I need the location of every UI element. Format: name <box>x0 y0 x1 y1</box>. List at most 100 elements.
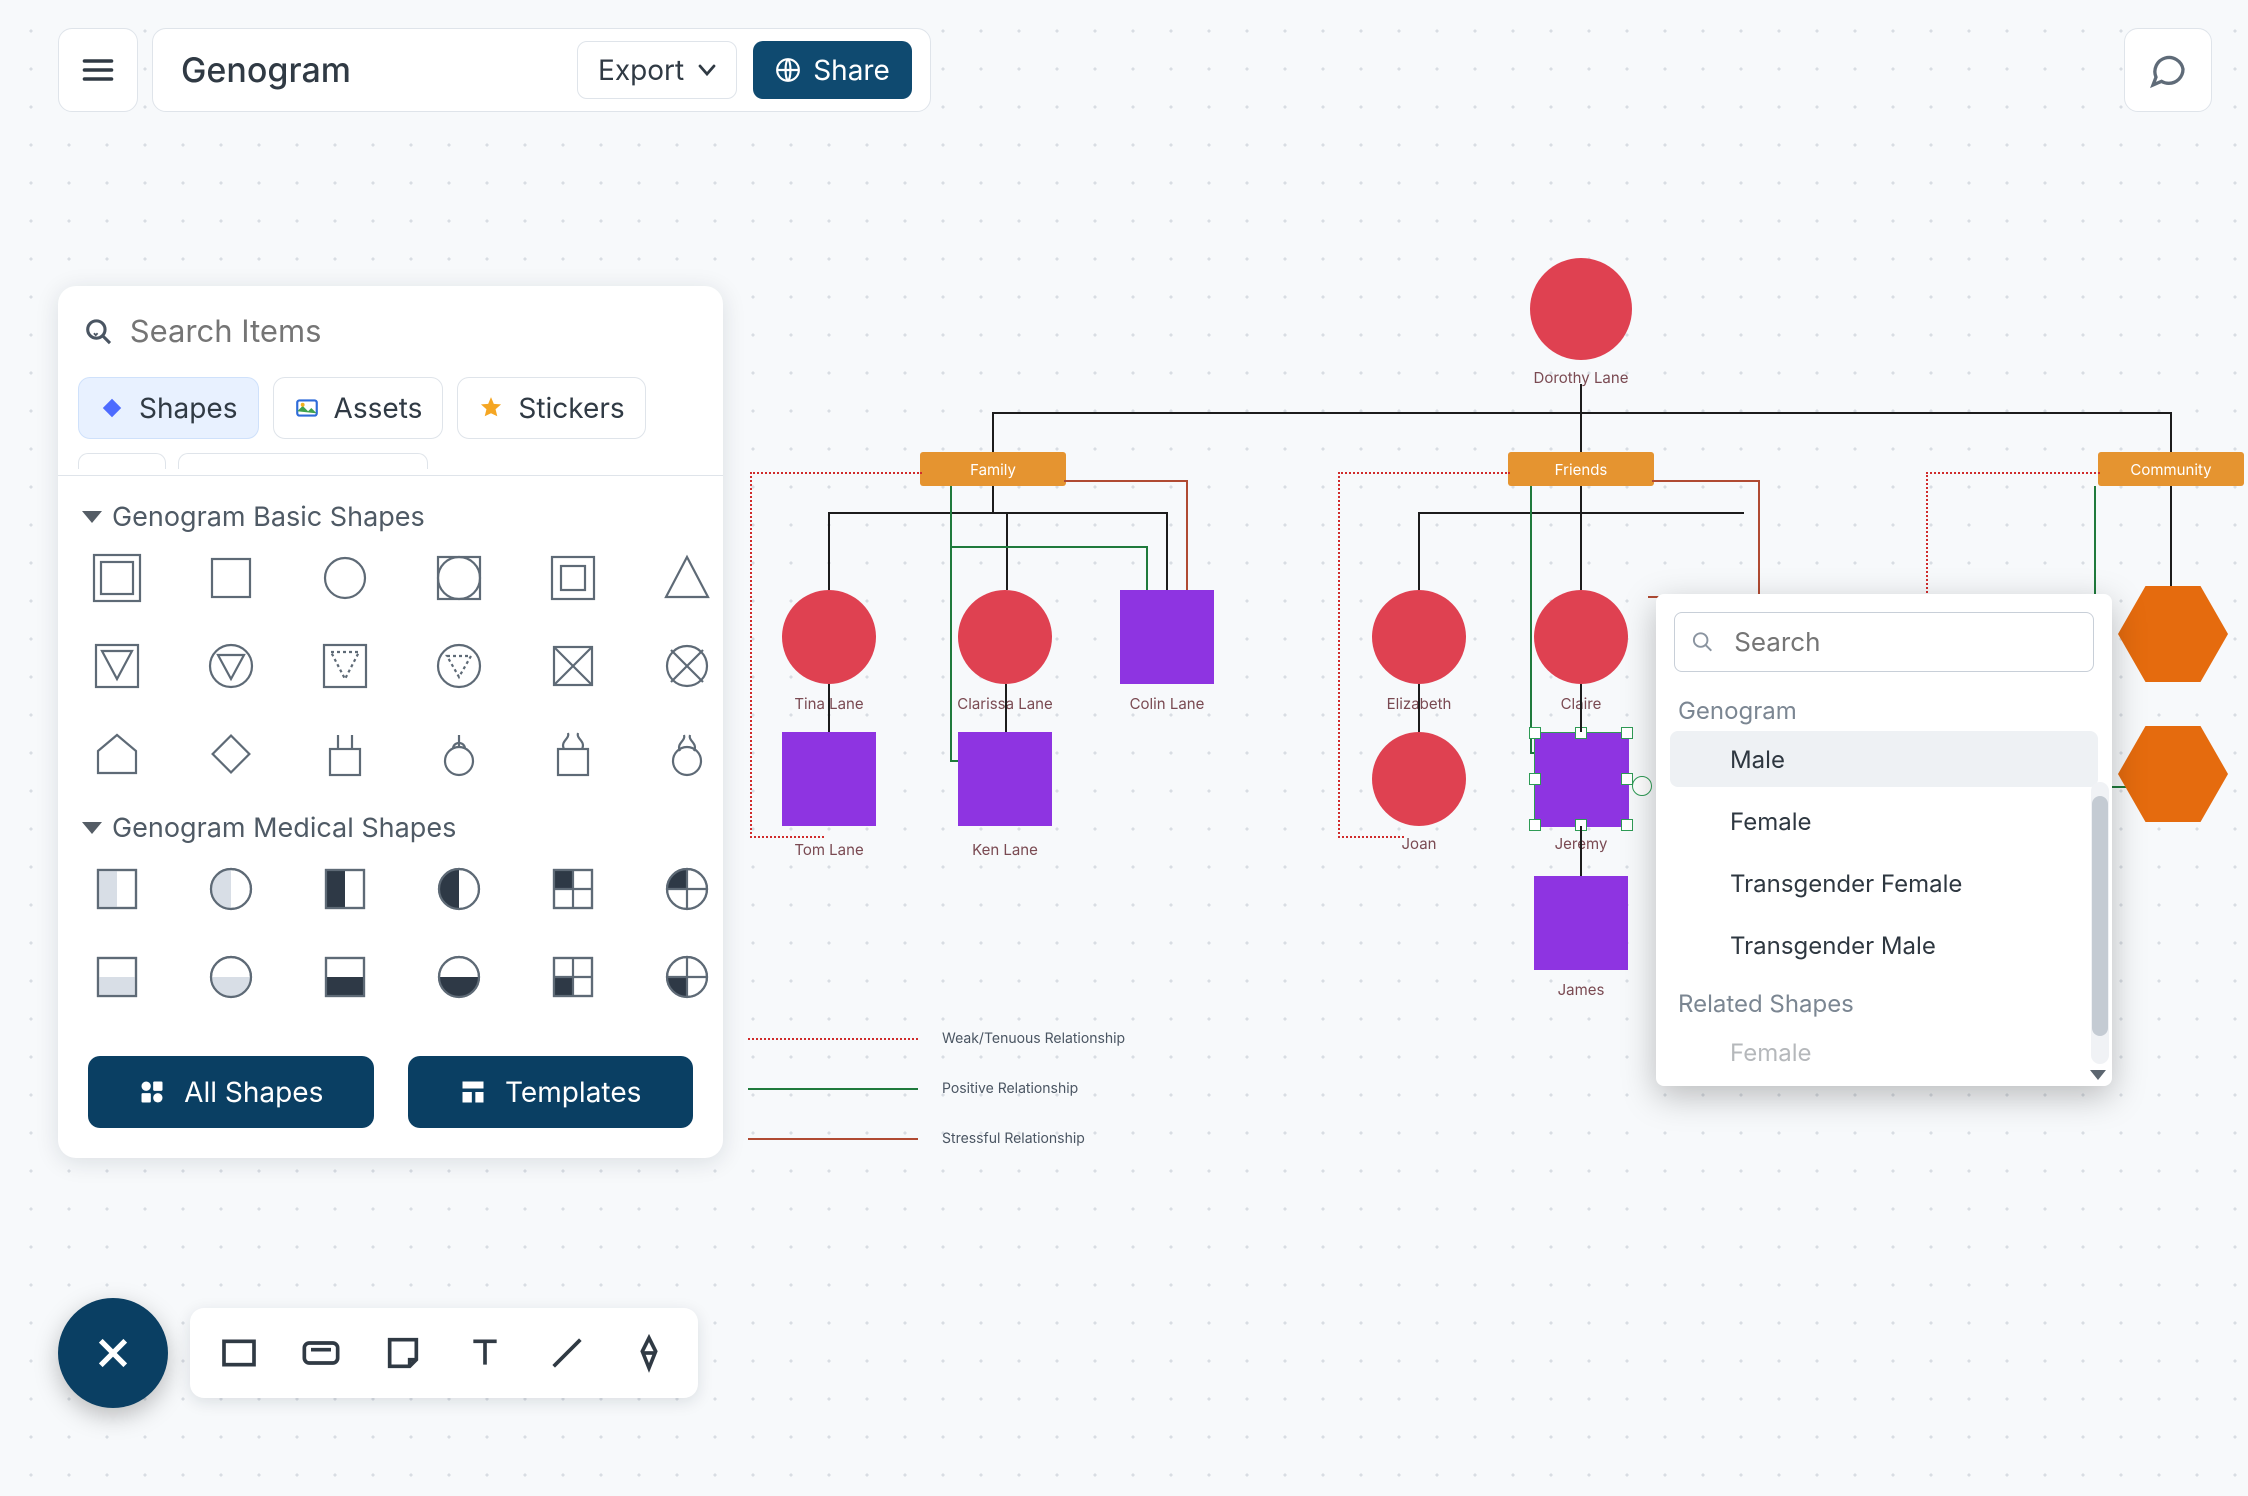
popup-search-input[interactable] <box>1732 626 2077 659</box>
popup-item-peek[interactable]: Female <box>1670 1024 2098 1080</box>
node-dorothy[interactable] <box>1530 258 1632 360</box>
node-tina[interactable] <box>782 590 876 684</box>
templates-label: Templates <box>505 1075 641 1109</box>
tab-shapes[interactable]: Shapes <box>78 377 259 439</box>
shape-half-h-circle-light[interactable] <box>202 948 260 1006</box>
popup-search[interactable] <box>1674 612 2094 672</box>
tool-rectangle[interactable] <box>216 1330 262 1376</box>
connector-handle-icon[interactable] <box>1632 776 1652 796</box>
shape-inv-triangle-square[interactable] <box>88 637 146 695</box>
label-colin: Colin Lane <box>1130 694 1205 713</box>
shape-half-v-circle-light[interactable] <box>202 860 260 918</box>
shape-inv-triangle-circle[interactable] <box>202 637 260 695</box>
shape-half-h-circle-dark[interactable] <box>430 948 488 1006</box>
connector-weak <box>750 472 922 474</box>
shape-quarter-circle[interactable] <box>658 860 716 918</box>
selection-box[interactable] <box>1534 732 1628 826</box>
shape-house[interactable] <box>88 725 146 783</box>
shape-dotted-triangle-circle[interactable] <box>430 637 488 695</box>
connector <box>1580 684 1582 732</box>
popup-item-male[interactable]: Male <box>1670 731 2098 787</box>
connector-pos <box>1146 546 1148 592</box>
shape-circle-lines[interactable] <box>430 725 488 783</box>
tool-line[interactable] <box>544 1330 590 1376</box>
popup-group-related: Related Shapes <box>1656 979 2112 1018</box>
popup-item-trans-male[interactable]: Transgender Male <box>1670 917 2098 973</box>
comments-button[interactable] <box>2124 28 2212 112</box>
shape-quarter-square[interactable] <box>544 860 602 918</box>
shape-circle-in-square[interactable] <box>430 549 488 607</box>
connector <box>992 486 994 514</box>
close-panel-fab[interactable] <box>58 1298 168 1408</box>
connector-weak <box>1338 472 1340 838</box>
shape-half-h-square-light[interactable] <box>88 948 146 1006</box>
tool-pen[interactable] <box>626 1330 672 1376</box>
shape-square-curls[interactable] <box>544 725 602 783</box>
popup-item-female[interactable]: Female <box>1670 793 2098 849</box>
all-shapes-button[interactable]: All Shapes <box>88 1056 374 1128</box>
shape-circle-curls[interactable] <box>658 725 716 783</box>
group-family[interactable]: Family <box>920 452 1066 486</box>
shape-square[interactable] <box>202 549 260 607</box>
connector <box>1580 486 1582 514</box>
share-button[interactable]: Share <box>753 41 912 99</box>
shape-half-v-circle-dark[interactable] <box>430 860 488 918</box>
scrollbar-thumb[interactable] <box>2092 796 2108 1036</box>
templates-button[interactable]: Templates <box>408 1056 694 1128</box>
popup-item-trans-female[interactable]: Transgender Female <box>1670 855 2098 911</box>
connector <box>1418 684 1420 732</box>
connector-pos <box>950 546 952 762</box>
shape-diamond[interactable] <box>202 725 260 783</box>
node-claire[interactable] <box>1534 590 1628 684</box>
node-tom[interactable] <box>782 732 876 826</box>
connector <box>1418 512 1420 590</box>
section-medical-header[interactable]: Genogram Medical Shapes <box>58 801 723 854</box>
tab-stickers-label: Stickers <box>518 391 624 425</box>
quick-toolbar <box>190 1308 698 1398</box>
node-elizabeth[interactable] <box>1372 590 1466 684</box>
node-james[interactable] <box>1534 876 1628 970</box>
node-ken[interactable] <box>958 732 1052 826</box>
panel-search-input[interactable] <box>128 312 697 351</box>
node-clarissa[interactable] <box>958 590 1052 684</box>
tool-sticky[interactable] <box>380 1330 426 1376</box>
shape-quarter-square-bottom[interactable] <box>544 948 602 1006</box>
node-joan[interactable] <box>1372 732 1466 826</box>
node-jeremy[interactable] <box>1535 733 1629 827</box>
document-title[interactable]: Genogram <box>181 50 561 91</box>
shape-x-circle[interactable] <box>658 637 716 695</box>
title-bar: Genogram Export Share <box>152 28 931 112</box>
shape-circle[interactable] <box>316 549 374 607</box>
search-icon <box>1691 629 1714 655</box>
shape-half-v-square-dark[interactable] <box>316 860 374 918</box>
node-colin[interactable] <box>1120 590 1214 684</box>
tab-assets[interactable]: Assets <box>273 377 444 439</box>
shape-x-square[interactable] <box>544 637 602 695</box>
tab-stickers[interactable]: Stickers <box>457 377 645 439</box>
scroll-caret-icon[interactable] <box>2090 1070 2106 1080</box>
label-joan: Joan <box>1402 834 1437 853</box>
shape-dotted-triangle-square[interactable] <box>316 637 374 695</box>
shape-double-square[interactable] <box>88 549 146 607</box>
shape-quarter-circle-bottom[interactable] <box>658 948 716 1006</box>
tool-text[interactable] <box>462 1330 508 1376</box>
legend-stressful: Stressful Relationship <box>748 1130 1085 1147</box>
shape-triangle[interactable] <box>658 549 716 607</box>
connector-pos <box>950 546 1146 548</box>
caret-down-icon <box>82 511 102 523</box>
shape-square-lines[interactable] <box>316 725 374 783</box>
templates-icon <box>459 1078 487 1106</box>
export-button[interactable]: Export <box>577 41 737 99</box>
panel-search[interactable] <box>58 286 723 373</box>
section-basic-header[interactable]: Genogram Basic Shapes <box>58 490 723 543</box>
connector <box>1580 826 1582 876</box>
diamond-icon <box>99 395 125 421</box>
tool-card[interactable] <box>298 1330 344 1376</box>
shape-half-h-square-dark[interactable] <box>316 948 374 1006</box>
group-friends[interactable]: Friends <box>1508 452 1654 486</box>
shape-half-v-square-light[interactable] <box>88 860 146 918</box>
connector-stress <box>1064 480 1188 482</box>
shape-square-in-square[interactable] <box>544 549 602 607</box>
group-community[interactable]: Community <box>2098 452 2244 486</box>
menu-button[interactable] <box>58 28 138 112</box>
